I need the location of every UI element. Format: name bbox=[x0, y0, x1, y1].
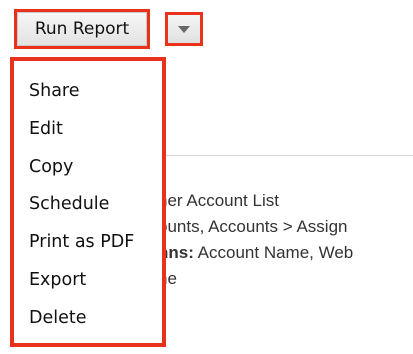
section-divider bbox=[150, 155, 413, 156]
menu-item-edit[interactable]: Edit bbox=[14, 111, 162, 149]
report-view: ner Account List ounts, Accounts > Assig… bbox=[0, 0, 413, 354]
report-extra-text: ne bbox=[158, 269, 177, 288]
report-modules-text: ounts, Accounts > Assign bbox=[158, 217, 348, 236]
report-details: ner Account List ounts, Accounts > Assig… bbox=[158, 188, 413, 292]
run-report-label: Run Report bbox=[34, 19, 130, 39]
menu-item-share[interactable]: Share bbox=[14, 73, 162, 111]
actions-dropdown-button[interactable] bbox=[165, 12, 203, 46]
caret-down-icon bbox=[178, 25, 190, 33]
actions-menu: Share Edit Copy Schedule Print as PDF Ex… bbox=[10, 57, 166, 347]
run-report-button[interactable]: Run Report bbox=[14, 9, 150, 49]
menu-item-schedule[interactable]: Schedule bbox=[14, 186, 162, 224]
menu-item-delete[interactable]: Delete bbox=[14, 300, 162, 338]
report-columns-value: Account Name, Web bbox=[193, 243, 354, 262]
report-name-text: ner Account List bbox=[158, 191, 279, 210]
menu-item-copy[interactable]: Copy bbox=[14, 149, 162, 187]
menu-item-print-pdf[interactable]: Print as PDF bbox=[14, 224, 162, 262]
report-columns-row: nns: Account Name, Web bbox=[158, 240, 413, 266]
menu-item-export[interactable]: Export bbox=[14, 262, 162, 300]
